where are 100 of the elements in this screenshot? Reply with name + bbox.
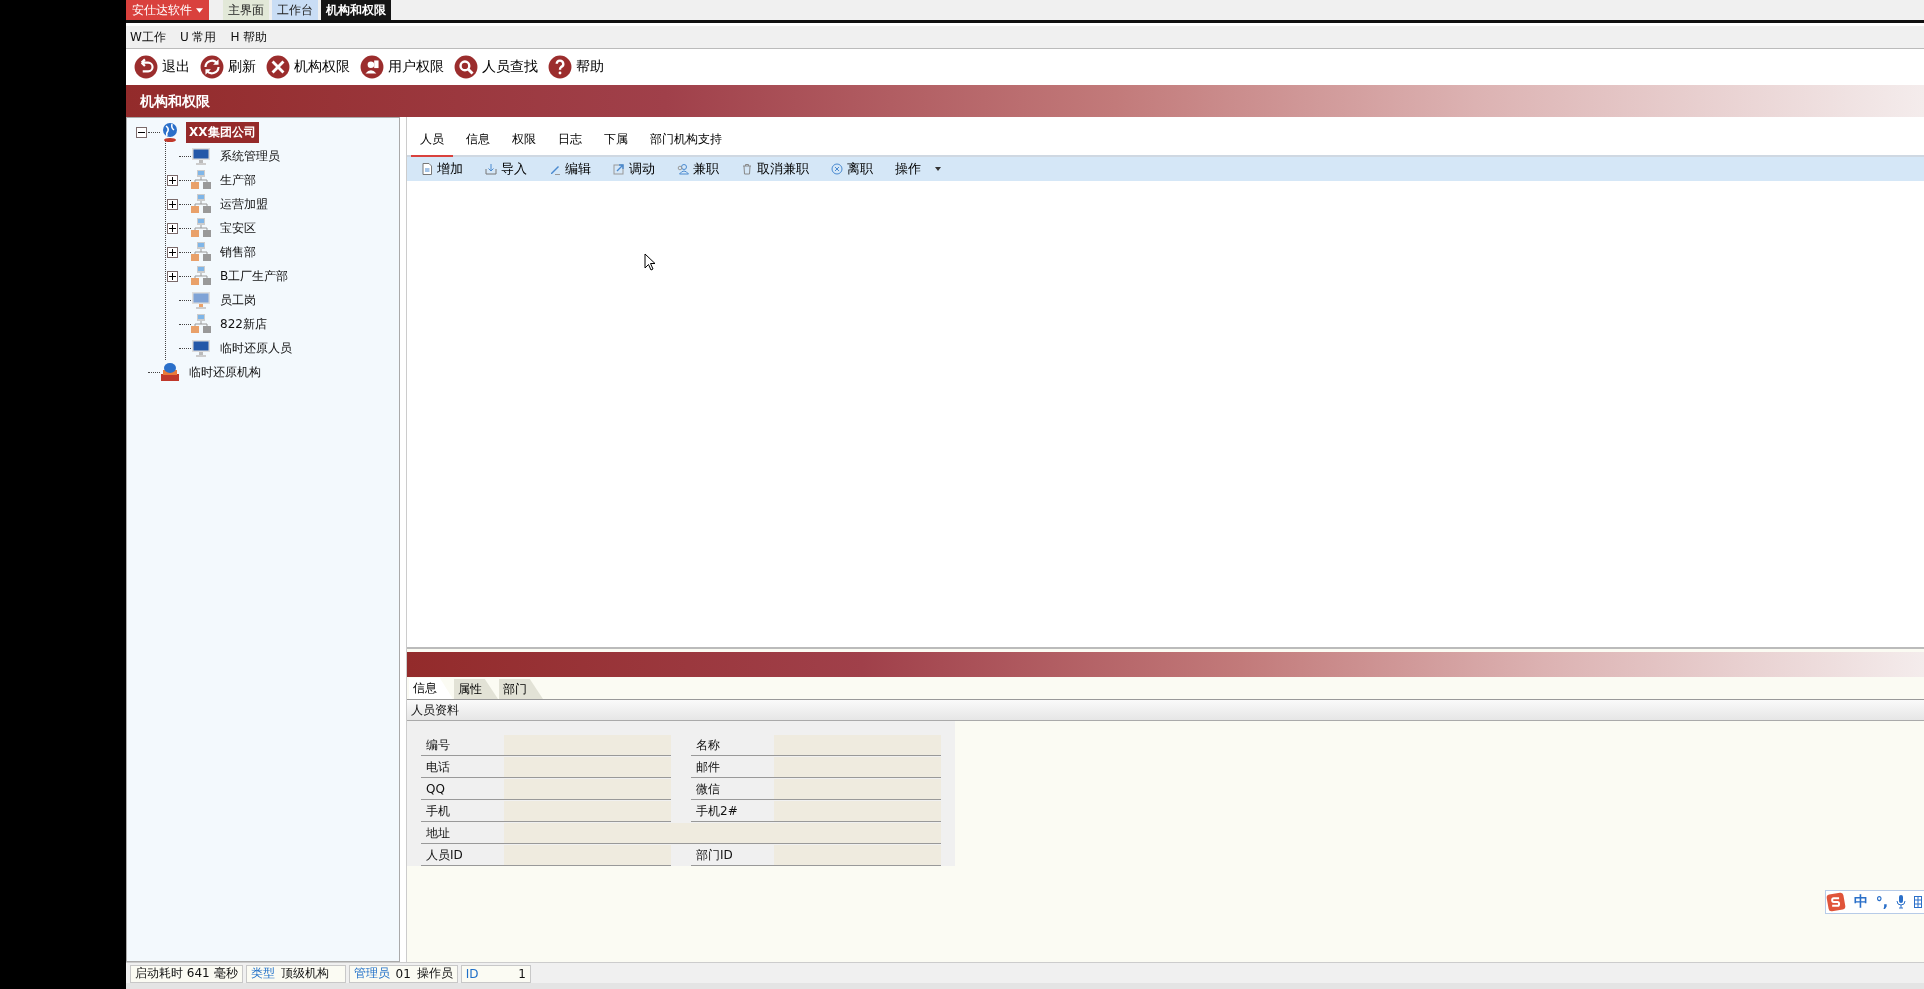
status-label: ID — [465, 966, 479, 981]
monitor-icon — [191, 146, 211, 166]
caret-icon — [196, 7, 203, 13]
expand-toggle[interactable] — [167, 198, 178, 210]
network-icon — [191, 266, 211, 286]
toolbar-button[interactable]: 退出 — [134, 55, 190, 79]
globe-icon — [160, 122, 180, 142]
network-icon — [191, 194, 211, 214]
monitor-icon — [191, 290, 211, 310]
toolbar-button[interactable]: 人员查找 — [454, 55, 538, 79]
trash-icon — [741, 163, 753, 175]
input-field[interactable] — [774, 801, 941, 821]
expand-toggle[interactable] — [167, 246, 178, 258]
tree-item[interactable]: 822新店 — [217, 313, 270, 335]
input-field[interactable] — [504, 801, 671, 821]
input-field[interactable] — [504, 757, 671, 777]
grid-icon[interactable] — [1914, 896, 1922, 908]
window-tab[interactable]: 主界面 — [223, 0, 269, 20]
download-icon — [485, 163, 497, 175]
app-menu-button[interactable]: 安仕达软件 — [126, 0, 209, 20]
status-value: 操作员 — [416, 965, 453, 982]
tree-item[interactable]: 临时还原人员 — [217, 337, 295, 359]
tree-item[interactable]: B工厂生产部 — [217, 265, 292, 287]
tree-item[interactable]: XX集团公司 — [186, 121, 259, 143]
field-label: 手机 — [425, 803, 451, 820]
tab[interactable]: 权限 — [503, 131, 545, 157]
network-icon — [191, 242, 211, 262]
action-button[interactable]: 离职 — [831, 160, 873, 178]
toolbar-button[interactable]: 刷新 — [200, 55, 256, 79]
status-value: 顶级机构 — [280, 965, 329, 982]
action-button[interactable]: 增加 — [421, 160, 463, 178]
tab[interactable]: 部门机构支持 — [641, 131, 731, 157]
tab[interactable]: 下属 — [595, 131, 637, 157]
action-button[interactable]: 调动 — [613, 160, 655, 178]
input-field[interactable] — [504, 735, 671, 755]
input-field[interactable] — [774, 757, 941, 777]
window-tab[interactable]: 工作台 — [272, 0, 318, 20]
expand-toggle[interactable] — [167, 174, 178, 186]
input-field[interactable] — [774, 735, 941, 755]
status-value: 01 — [395, 966, 411, 981]
network-icon — [191, 314, 211, 334]
action-button[interactable]: 取消兼职 — [741, 160, 809, 178]
input-field[interactable] — [504, 823, 941, 843]
cancel-icon — [831, 163, 843, 175]
users-icon — [677, 163, 689, 175]
punctuation-label[interactable]: °, — [1875, 894, 1888, 910]
window-tab[interactable]: 机构和权限 — [321, 0, 391, 20]
toolbar-button[interactable]: 机构权限 — [266, 55, 350, 79]
tree-item[interactable]: 系统管理员 — [217, 145, 283, 167]
help-icon — [548, 55, 572, 79]
input-field[interactable] — [504, 779, 671, 799]
cursor-icon — [644, 253, 656, 271]
action-button[interactable]: 操作 — [895, 160, 941, 178]
field-label: 部门ID — [695, 847, 734, 864]
tree-item[interactable]: 生产部 — [217, 169, 259, 191]
tree-item[interactable]: 销售部 — [217, 241, 259, 263]
menu-item[interactable]: W工作 — [130, 28, 166, 46]
collapse-toggle[interactable] — [136, 126, 147, 138]
stack-icon — [160, 362, 180, 382]
tab[interactable]: 信息 — [457, 131, 499, 157]
network-icon — [191, 170, 211, 190]
field-label: 人员ID — [425, 847, 464, 864]
field-label: 地址 — [425, 825, 451, 842]
tab[interactable]: 部门 — [499, 679, 543, 699]
toolbar-button[interactable]: 帮助 — [548, 55, 604, 79]
status-label: 管理员 — [353, 965, 390, 982]
input-field[interactable] — [774, 845, 941, 865]
menu-item[interactable]: H 帮助 — [230, 28, 268, 46]
field-label: 邮件 — [695, 759, 721, 776]
tab[interactable]: 信息 — [409, 678, 453, 699]
input-mode-label[interactable]: 中 — [1853, 893, 1868, 911]
s-logo-icon — [1825, 892, 1846, 912]
search-icon — [454, 55, 478, 79]
tree-item[interactable]: 宝安区 — [217, 217, 259, 239]
input-field[interactable] — [504, 845, 671, 865]
tab[interactable]: 日志 — [549, 131, 591, 157]
pencil-icon — [549, 163, 561, 175]
action-button[interactable]: 编辑 — [549, 160, 591, 178]
external-link-icon — [613, 163, 625, 175]
tree-item[interactable]: 员工岗 — [217, 289, 259, 311]
action-button[interactable]: 导入 — [485, 160, 527, 178]
tree-item[interactable]: 临时还原机构 — [186, 361, 264, 383]
action-button[interactable]: 兼职 — [677, 160, 719, 178]
menu-item[interactable]: U 常用 — [179, 28, 217, 46]
input-field[interactable] — [774, 779, 941, 799]
ime-toolbar[interactable]: 中 °, — [1824, 890, 1924, 914]
caret-icon — [935, 167, 941, 171]
page-header: 机构和权限 — [126, 85, 1924, 117]
toolbar-button[interactable]: 用户权限 — [360, 55, 444, 79]
field-label: 名称 — [695, 737, 721, 754]
network-icon — [191, 218, 211, 238]
field-label: 编号 — [425, 737, 451, 754]
tab[interactable]: 属性 — [454, 679, 498, 699]
expand-toggle[interactable] — [167, 270, 178, 282]
tree-item[interactable]: 运营加盟 — [217, 193, 271, 215]
field-label: 手机2# — [695, 803, 739, 820]
refresh-icon — [200, 55, 224, 79]
field-label: 电话 — [425, 759, 451, 776]
microphone-icon[interactable] — [1896, 895, 1906, 909]
expand-toggle[interactable] — [167, 222, 178, 234]
